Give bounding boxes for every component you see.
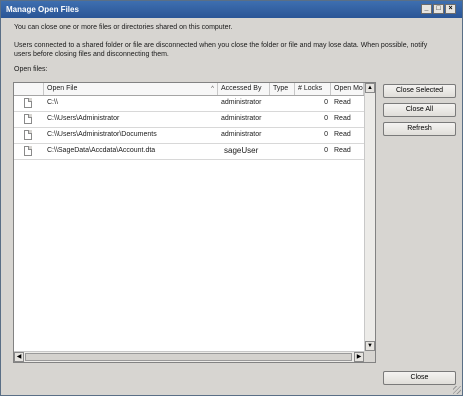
cell-accessed-by: sageUser [224, 146, 259, 155]
column-header-locks[interactable]: # Locks [295, 83, 331, 95]
refresh-button[interactable]: Refresh [383, 122, 456, 136]
open-files-list[interactable]: Open File ^ Accessed By Type # Locks Ope… [13, 82, 376, 363]
scroll-down-icon[interactable]: ▼ [365, 341, 375, 351]
column-header-icon[interactable] [14, 83, 44, 95]
cell-open-mode: Read [334, 147, 351, 154]
file-icon [24, 146, 32, 156]
scrollbar-corner [364, 351, 375, 362]
cell-open-mode: Read [334, 115, 351, 122]
file-icon [24, 98, 32, 108]
table-row[interactable]: C:\\ administrator 0 Read [14, 96, 364, 112]
cell-locks: 0 [324, 99, 328, 106]
warning-text: Users connected to a shared folder or fi… [14, 42, 428, 58]
cell-locks: 0 [324, 131, 328, 138]
column-header-open-file[interactable]: Open File ^ [44, 83, 218, 95]
cell-locks: 0 [324, 147, 328, 154]
scroll-up-icon[interactable]: ▲ [365, 83, 375, 93]
table-row[interactable]: C:\\Users\Administrator\Documents admini… [14, 128, 364, 144]
sort-indicator-icon: ^ [211, 86, 214, 92]
horizontal-scrollbar[interactable]: ◀ ▶ [14, 351, 364, 362]
cell-open-file: C:\\Users\Administrator\Documents [47, 131, 157, 138]
cell-accessed-by: administrator [221, 115, 262, 122]
minimize-button[interactable]: _ [421, 4, 432, 14]
resize-grip-icon[interactable] [453, 386, 461, 394]
window-title: Manage Open Files [6, 5, 79, 14]
horizontal-scroll-thumb[interactable] [25, 353, 352, 361]
manage-open-files-window: Manage Open Files _ □ × You can close on… [0, 0, 463, 396]
close-all-button[interactable]: Close All [383, 103, 456, 117]
cell-accessed-by: administrator [221, 99, 262, 106]
file-icon [24, 130, 32, 140]
scroll-left-icon[interactable]: ◀ [14, 352, 24, 362]
table-row[interactable]: C:\\Users\Administrator administrator 0 … [14, 112, 364, 128]
open-files-label: Open files: [14, 66, 48, 73]
column-header-type[interactable]: Type [270, 83, 295, 95]
cell-open-file: C:\\SageData\Accdata\Account.dta [47, 147, 156, 154]
list-header: Open File ^ Accessed By Type # Locks Ope… [14, 83, 364, 96]
maximize-button[interactable]: □ [433, 4, 444, 14]
cell-locks: 0 [324, 115, 328, 122]
cell-open-mode: Read [334, 99, 351, 106]
title-bar[interactable]: Manage Open Files _ □ × [1, 1, 462, 18]
close-selected-button[interactable]: Close Selected [383, 84, 456, 98]
cell-open-file: C:\\Users\Administrator [47, 115, 120, 122]
window-controls: _ □ × [421, 4, 456, 14]
column-header-open-mode[interactable]: Open Mode [331, 83, 364, 95]
column-header-accessed-by[interactable]: Accessed By [218, 83, 270, 95]
close-button[interactable]: Close [383, 371, 456, 385]
table-row[interactable]: C:\\SageData\Accdata\Account.dta sageUse… [14, 144, 364, 160]
intro-text: You can close one or more files or direc… [14, 24, 233, 31]
cell-open-mode: Read [334, 131, 351, 138]
cell-accessed-by: administrator [221, 131, 262, 138]
scroll-right-icon[interactable]: ▶ [354, 352, 364, 362]
file-icon [24, 114, 32, 124]
cell-open-file: C:\\ [47, 99, 58, 106]
vertical-scrollbar[interactable]: ▲ ▼ [364, 83, 375, 351]
column-header-open-file-label: Open File [47, 85, 78, 92]
close-window-button[interactable]: × [445, 4, 456, 14]
